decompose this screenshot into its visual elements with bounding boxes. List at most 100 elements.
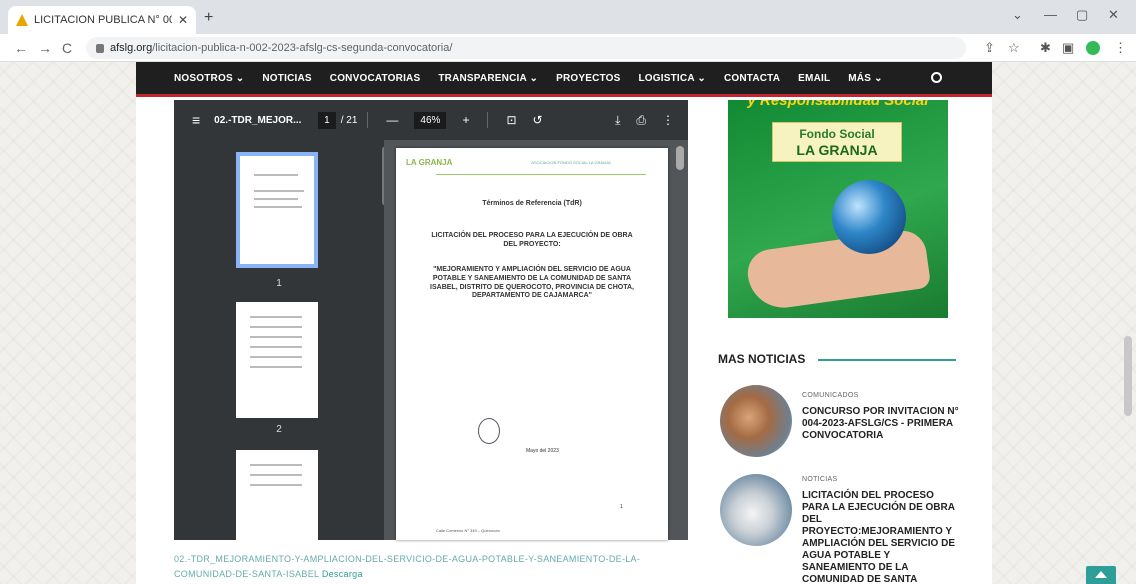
- download-filename: 02.-TDR_MEJORAMIENTO-Y-AMPLIACION-DEL-SE…: [174, 554, 641, 579]
- news-title[interactable]: CONCURSO POR INVITACION N° 004-2023-AFSL…: [802, 406, 962, 442]
- nav-nosotros[interactable]: NOSOTROS ⌄: [174, 73, 244, 84]
- thumb-text-line: [254, 174, 298, 176]
- pdf-filename: 02.-TDR_MEJOR...: [214, 114, 302, 126]
- share-icon[interactable]: ⇪: [984, 40, 995, 56]
- thumbnail-number: 1: [276, 278, 282, 289]
- close-window-icon[interactable]: ✕: [1108, 7, 1119, 23]
- pdf-page-area: LA GRANJA ASOCIACION FONDO SOCIAL LA GRA…: [384, 140, 688, 540]
- new-tab-button[interactable]: +: [204, 9, 213, 27]
- document-header-rule: [436, 174, 646, 175]
- nav-transparencia[interactable]: TRANSPARENCIA ⌄: [438, 73, 538, 84]
- news-thumbnail[interactable]: [720, 385, 792, 457]
- reload-icon[interactable]: C: [62, 40, 72, 56]
- toolbar-divider: [487, 112, 489, 128]
- nav-convocatorias[interactable]: CONVOCATORIAS: [330, 73, 421, 84]
- address-bar-row: ← → C afslg.org /licitacion-publica-n-00…: [0, 34, 1136, 62]
- hand-image: [744, 227, 932, 313]
- news-category: NOTICIAS: [802, 476, 838, 483]
- page-number-input[interactable]: 1: [318, 111, 336, 129]
- restore-icon[interactable]: ▢: [1076, 7, 1088, 23]
- section-title: MAS NOTICIAS: [718, 352, 806, 366]
- minimize-icon[interactable]: —: [1044, 7, 1057, 22]
- banner-top-text: y Responsabilidad Social: [747, 100, 929, 109]
- forward-icon[interactable]: →: [38, 40, 52, 56]
- news-thumbnail[interactable]: [720, 474, 792, 546]
- close-tab-icon[interactable]: ✕: [178, 13, 188, 27]
- browser-menu-icon[interactable]: ⋮: [1114, 40, 1127, 56]
- arrow-up-icon: [1095, 571, 1107, 578]
- banner-brand-line1: Fondo Social: [799, 127, 875, 141]
- document-title: Términos de Referencia (TdR): [482, 200, 582, 207]
- page-thumbnail-2[interactable]: [236, 302, 318, 418]
- thumb-text-line: [250, 356, 302, 358]
- news-category: COMUNICADOS: [802, 392, 859, 399]
- extensions-icon[interactable]: ✱: [1040, 40, 1051, 56]
- news-title[interactable]: LICITACIÓN DEL PROCESO PARA LA EJECUCIÓN…: [802, 490, 962, 584]
- thumb-text-line: [250, 346, 302, 348]
- pdf-scrollbar[interactable]: [676, 146, 684, 170]
- document-project: "MEJORAMIENTO Y AMPLIACIÓN DEL SERVICIO …: [430, 266, 634, 300]
- back-icon[interactable]: ←: [14, 40, 28, 56]
- zoom-input[interactable]: 46%: [414, 111, 447, 129]
- scroll-to-top-button[interactable]: [1086, 566, 1116, 584]
- url-domain: afslg.org: [110, 42, 153, 54]
- pdf-viewer: ≡ 02.-TDR_MEJOR... 1 / 21 — 46% + ⊡ ↺ ⤓ …: [174, 100, 688, 540]
- url-path: /licitacion-publica-n-002-2023-afslg-cs-…: [152, 42, 453, 54]
- document-header: ASOCIACION FONDO SOCIAL LA GRANJA: [531, 160, 611, 165]
- download-link[interactable]: Descarga: [322, 569, 363, 579]
- globe-image: [832, 180, 906, 254]
- nav-logistica[interactable]: LOGISTICA ⌄: [639, 73, 706, 84]
- nav-email[interactable]: EMAIL: [798, 73, 830, 84]
- document-subtitle: LICITACIÓN DEL PROCESO PARA LA EJECUCIÓN…: [431, 232, 633, 248]
- official-seal-icon: [478, 418, 500, 444]
- nav-proyectos[interactable]: PROYECTOS: [556, 73, 620, 84]
- download-icon[interactable]: ⤓: [615, 113, 620, 128]
- document-page-number: 1: [620, 504, 623, 510]
- document-logo: LA GRANJA: [406, 158, 453, 167]
- url-bar[interactable]: afslg.org /licitacion-publica-n-002-2023…: [86, 37, 966, 59]
- search-icon[interactable]: [931, 72, 942, 83]
- document-footer: Calle Comercio N° 349 – Querocoto: [436, 528, 500, 533]
- bookmark-star-icon[interactable]: ☆: [1008, 40, 1020, 56]
- nav-contacta[interactable]: CONTACTA: [724, 73, 780, 84]
- thumbnail-sidebar: 1 2: [174, 140, 384, 540]
- thumbnail-number: 2: [276, 424, 282, 435]
- rotate-icon[interactable]: ↺: [533, 113, 543, 127]
- thumb-text-line: [254, 190, 304, 192]
- thumb-text-line: [250, 316, 302, 318]
- banner-brand-line2: LA GRANJA: [796, 142, 878, 158]
- zoom-out-icon[interactable]: —: [386, 113, 398, 127]
- toolbar-divider: [367, 112, 369, 128]
- pdf-page: LA GRANJA ASOCIACION FONDO SOCIAL LA GRA…: [396, 148, 668, 540]
- nav-noticias[interactable]: NOTICIAS: [262, 73, 311, 84]
- thumb-text-line: [250, 464, 302, 466]
- page-thumbnail-3[interactable]: [236, 450, 318, 540]
- tab-title: LICITACION PUBLICA N° 002-202: [34, 14, 172, 26]
- sidepanel-icon[interactable]: ▣: [1062, 40, 1074, 56]
- section-title-underline: [818, 359, 956, 361]
- page-total: / 21: [340, 114, 358, 126]
- page-thumbnail-1[interactable]: [236, 152, 318, 268]
- more-options-icon[interactable]: ⋮: [662, 113, 674, 127]
- thumb-text-line: [250, 336, 302, 338]
- browser-tab-bar: LICITACION PUBLICA N° 002-202 ✕ + ⌄ — ▢ …: [0, 0, 1136, 34]
- zoom-in-icon[interactable]: +: [462, 113, 469, 127]
- profile-avatar[interactable]: [1086, 41, 1100, 55]
- fit-page-icon[interactable]: ⊡: [506, 113, 516, 127]
- thumb-text-line: [250, 474, 302, 476]
- nav-mas[interactable]: MÁS ⌄: [848, 73, 882, 84]
- page-scrollbar[interactable]: [1124, 336, 1132, 416]
- thumb-text-line: [254, 206, 302, 208]
- tab-search-icon[interactable]: ⌄: [1012, 7, 1023, 23]
- hamburger-menu-icon[interactable]: ≡: [192, 112, 200, 128]
- site-navigation: NOSOTROS ⌄ NOTICIAS CONVOCATORIAS TRANSP…: [136, 62, 992, 97]
- pdf-toolbar: ≡ 02.-TDR_MEJOR... 1 / 21 — 46% + ⊡ ↺ ⤓ …: [174, 100, 688, 140]
- thumb-text-line: [250, 484, 302, 486]
- site-favicon-icon: [16, 14, 28, 26]
- thumb-text-line: [254, 198, 298, 200]
- browser-tab[interactable]: LICITACION PUBLICA N° 002-202 ✕: [8, 6, 196, 34]
- lock-icon: [96, 43, 104, 53]
- sidebar-banner[interactable]: y Responsabilidad Social Fondo Social LA…: [728, 100, 948, 318]
- print-icon[interactable]: ⎙: [636, 113, 646, 128]
- thumb-text-line: [250, 366, 302, 368]
